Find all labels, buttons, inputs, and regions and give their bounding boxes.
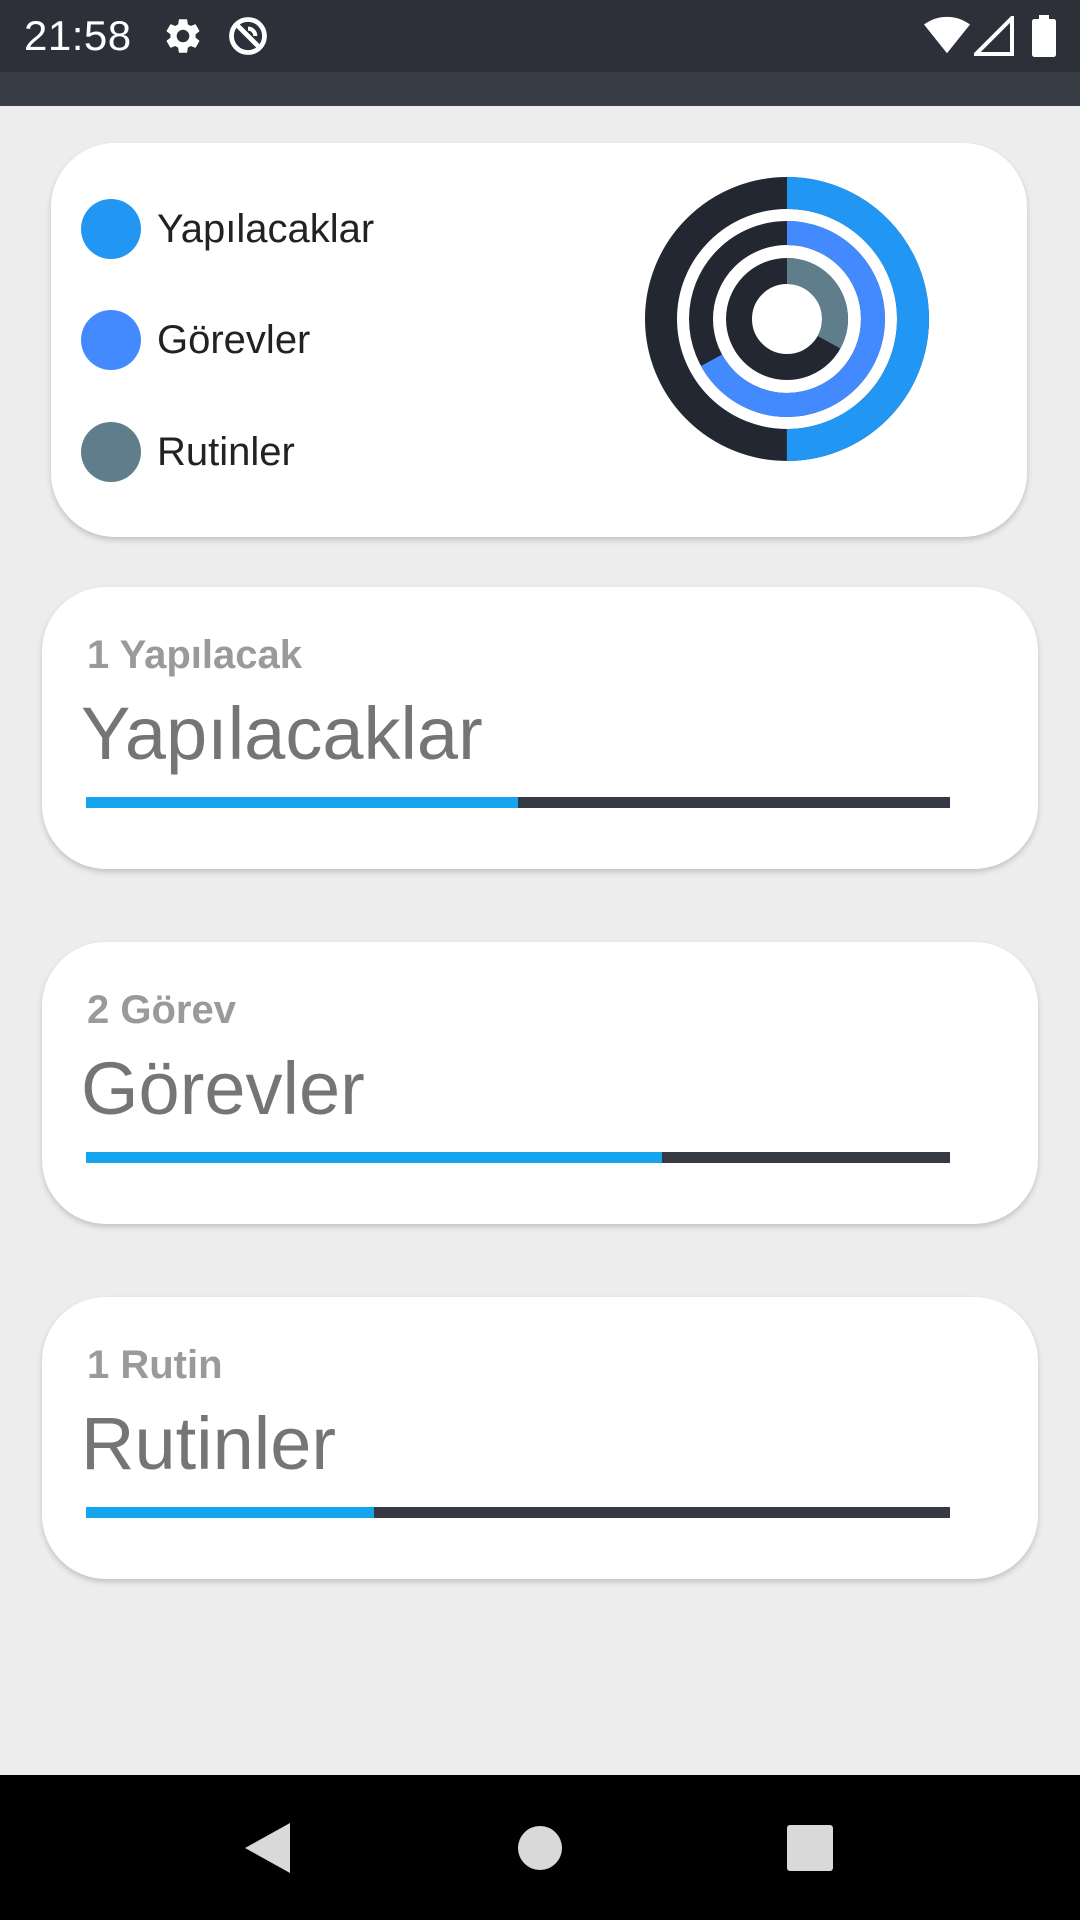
wifi-icon [924, 0, 970, 72]
back-button[interactable] [207, 1775, 327, 1920]
progress-fill [86, 797, 518, 808]
legend-label: Yapılacaklar [157, 206, 375, 251]
category-count: 1 Rutin [87, 1343, 223, 1387]
legend-dot [81, 422, 141, 482]
legend-item-gorevler: Görevler [81, 310, 310, 370]
activity-rings-chart [645, 177, 929, 461]
category-title: Yapılacaklar [81, 692, 483, 775]
home-icon [518, 1825, 562, 1870]
progress-bar [86, 1507, 950, 1518]
category-card-yapilacaklar[interactable]: 1 Yapılacak Yapılacaklar [42, 587, 1038, 869]
recents-icon [787, 1824, 833, 1871]
summary-card: Yapılacaklar Görevler Rutinler [51, 143, 1027, 537]
status-bar: 21:58 [0, 0, 1080, 72]
gear-icon [162, 0, 204, 72]
progress-fill [86, 1152, 663, 1163]
category-card-rutinler[interactable]: 1 Rutin Rutinler [42, 1297, 1038, 1579]
category-title: Rutinler [81, 1402, 336, 1485]
category-count: 1 Yapılacak [87, 633, 302, 677]
no-entry-icon [226, 0, 270, 72]
legend-dot [81, 199, 141, 259]
battery-icon [1032, 0, 1056, 72]
progress-bar [86, 1152, 950, 1163]
navigation-bar [0, 1775, 1080, 1920]
category-title: Görevler [81, 1047, 365, 1130]
app-bar [0, 72, 1080, 106]
progress-fill [86, 1507, 374, 1518]
recents-button[interactable] [750, 1775, 870, 1920]
legend-label: Rutinler [157, 429, 295, 474]
signal-icon [974, 0, 1014, 72]
category-card-gorevler[interactable]: 2 Görev Görevler [42, 942, 1038, 1224]
ring-separator [681, 213, 893, 425]
progress-bar [86, 797, 950, 808]
status-time: 21:58 [24, 12, 132, 59]
back-icon [245, 1822, 290, 1873]
legend-item-rutinler: Rutinler [81, 422, 295, 482]
legend-dot [81, 310, 141, 370]
category-count: 2 Görev [87, 988, 236, 1032]
legend-item-yapilacaklar: Yapılacaklar [81, 199, 374, 259]
home-button[interactable] [480, 1775, 600, 1920]
legend-label: Görevler [157, 317, 311, 362]
